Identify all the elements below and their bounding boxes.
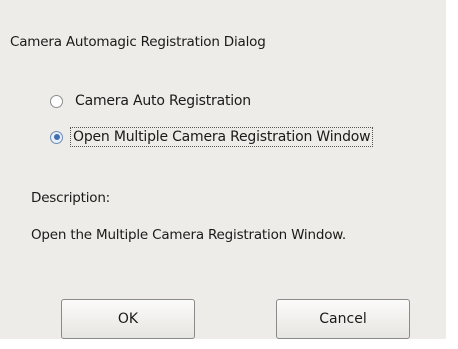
- option-label[interactable]: Camera Auto Registration: [73, 92, 253, 110]
- radio-button-checked-icon[interactable]: [50, 130, 63, 144]
- ok-button[interactable]: OK: [61, 299, 195, 339]
- option-open-multiple-camera-registration-window[interactable]: Open Multiple Camera Registration Window: [50, 126, 374, 148]
- radio-button-unchecked-icon[interactable]: [50, 94, 63, 108]
- description-text: Open the Multiple Camera Registration Wi…: [31, 227, 346, 243]
- option-label[interactable]: Open Multiple Camera Registration Window: [70, 127, 374, 147]
- registration-dialog: Camera Automagic Registration Dialog Cam…: [0, 0, 446, 339]
- cancel-button[interactable]: Cancel: [276, 299, 410, 339]
- description-heading: Description:: [31, 190, 111, 206]
- dialog-title: Camera Automagic Registration Dialog: [10, 34, 266, 50]
- option-camera-auto-registration[interactable]: Camera Auto Registration: [50, 90, 253, 112]
